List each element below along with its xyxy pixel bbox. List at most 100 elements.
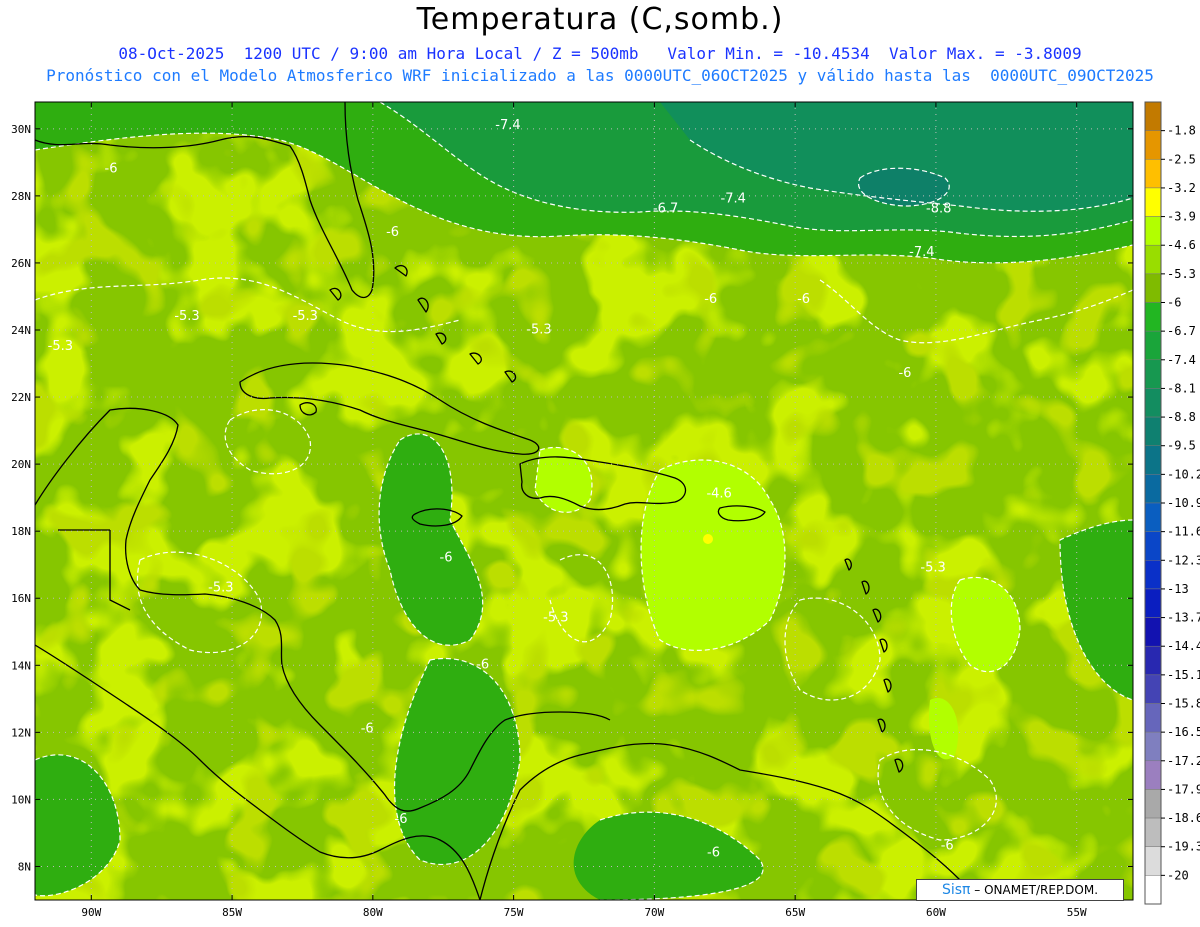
colorbar-swatch (1144, 130, 1162, 160)
colorbar-label: -13 (1167, 582, 1189, 596)
contour-label: -6 (941, 839, 954, 854)
contour-label: -6 (440, 550, 453, 565)
contour-label: -6 (707, 845, 720, 860)
colorbar-label: -4.6 (1167, 238, 1196, 252)
colorbar-label: -19.3 (1167, 840, 1200, 854)
lat-tick-label: 14N (11, 659, 31, 672)
lat-tick-label: 10N (11, 793, 31, 806)
colorbar-label: -6 (1167, 296, 1181, 310)
contour-label: -6.7 (653, 202, 678, 217)
contour-label: -6 (898, 366, 911, 381)
colorbar-label: -18.6 (1167, 811, 1200, 825)
contour-label: -8.8 (926, 202, 951, 217)
colorbar-swatch (1144, 817, 1162, 847)
colorbar-label: -3.2 (1167, 181, 1196, 195)
colorbar-swatch (1144, 445, 1162, 475)
lat-tick-label: 12N (11, 726, 31, 739)
lat-tick-label: 8N (18, 860, 31, 873)
lon-tick-label: 70W (644, 906, 664, 919)
lon-tick-label: 75W (504, 906, 524, 919)
lat-tick-label: 22N (11, 391, 31, 404)
contour-label: -6 (704, 292, 717, 307)
colorbar-swatch (1144, 159, 1162, 189)
contour-label: -5.3 (208, 581, 233, 596)
contour-label: -5.3 (174, 309, 199, 324)
colorbar-label: -3.9 (1167, 210, 1196, 224)
colorbar-swatch (1144, 875, 1162, 905)
temperature-field (35, 102, 1133, 900)
contour-label: -5.3 (526, 322, 551, 337)
colorbar-label: -15.8 (1167, 697, 1200, 711)
colorbar-label: -6.7 (1167, 324, 1196, 338)
contour-label: -6 (476, 658, 489, 673)
colorbar-swatch (1144, 731, 1162, 762)
colorbar-swatch (1144, 531, 1162, 561)
colorbar-swatch (1144, 617, 1162, 647)
colorbar-swatch (1144, 101, 1162, 131)
colorbar-label: -5.3 (1167, 267, 1196, 281)
lat-tick-label: 28N (11, 190, 31, 203)
colorbar-label: -10.9 (1167, 496, 1200, 510)
colorbar-swatch (1144, 244, 1162, 275)
lon-tick-label: 55W (1067, 906, 1087, 919)
colorbar-label: -13.7 (1167, 611, 1200, 625)
lat-tick-label: 18N (11, 525, 31, 538)
colorbar-swatch (1144, 330, 1162, 361)
colorbar-swatch (1144, 359, 1162, 389)
contour-label: -6 (105, 161, 118, 176)
contour-label: -7.4 (495, 118, 520, 133)
contour-label: -5.3 (920, 560, 945, 575)
temperature-map: 30N 28N 26N 24N 22N 20N 18N 16N 14N 12N 10N 8N 90W 8… (11, 101, 1200, 919)
colorbar-swatch (1144, 302, 1162, 332)
lat-tick-label: 16N (11, 592, 31, 605)
lat-tick-label: 26N (11, 257, 31, 270)
lat-tick-label: 20N (11, 458, 31, 471)
colorbar-swatch (1144, 273, 1162, 303)
contour-label: -5.3 (48, 339, 73, 354)
colorbar-label: -9.5 (1167, 439, 1196, 453)
contour-label: -6 (395, 812, 408, 827)
contour-label: -7.4 (721, 192, 746, 207)
colorbar-swatch (1144, 388, 1162, 418)
contour-label: -4.6 (706, 487, 731, 502)
lon-tick-label: 80W (363, 906, 383, 919)
colorbar-swatch (1144, 645, 1162, 676)
lon-tick-label: 90W (81, 906, 101, 919)
lon-tick-label: 60W (926, 906, 946, 919)
colorbar-label: -15.1 (1167, 668, 1200, 682)
lon-tick-label: 65W (785, 906, 805, 919)
colorbar-label: -1.8 (1167, 124, 1196, 138)
contour-label: -5.3 (293, 309, 318, 324)
colorbar-swatch (1144, 502, 1162, 532)
lat-tick-label: 24N (11, 324, 31, 337)
sispi-logo: Sisπ (941, 882, 971, 898)
colorbar-swatch (1144, 588, 1162, 618)
colorbar-swatch (1144, 187, 1162, 217)
contour-label: -6 (797, 292, 810, 307)
colorbar-swatch (1144, 474, 1162, 504)
contour-label: -5.3 (543, 611, 568, 626)
colorbar-label: -12.3 (1167, 553, 1200, 567)
colorbar-label: -16.5 (1167, 725, 1200, 739)
colorbar-label: -8.8 (1167, 410, 1196, 424)
lon-tick-label: 85W (222, 906, 242, 919)
colorbar-swatch (1144, 674, 1162, 704)
contour-label: -7.4 (909, 245, 934, 260)
colorbar-label: -17.9 (1167, 782, 1200, 796)
credit-text: – ONAMET/REP.DOM. (974, 883, 1099, 897)
colorbar-swatch (1144, 703, 1162, 733)
colorbar: -1.8 -2.5 -3.2 -3.9 -4.6 -5.3 -6 -6.7 -7.4 -8.1 -8… (1144, 101, 1200, 905)
colorbar-label: -11.6 (1167, 525, 1200, 539)
colorbar-label: -17.2 (1167, 754, 1200, 768)
colorbar-swatch (1144, 789, 1162, 819)
colorbar-swatch (1144, 846, 1162, 876)
colorbar-label: -2.5 (1167, 152, 1196, 166)
colorbar-label: -20 (1167, 868, 1189, 882)
credit-box: Sisπ – ONAMET/REP.DOM. (916, 879, 1124, 901)
contour-label: -6 (361, 721, 374, 736)
lat-tick-label: 30N (11, 123, 31, 136)
colorbar-swatch (1144, 560, 1162, 590)
colorbar-swatch (1144, 216, 1162, 246)
colorbar-label: -7.4 (1167, 353, 1196, 367)
colorbar-label: -8.1 (1167, 381, 1196, 395)
